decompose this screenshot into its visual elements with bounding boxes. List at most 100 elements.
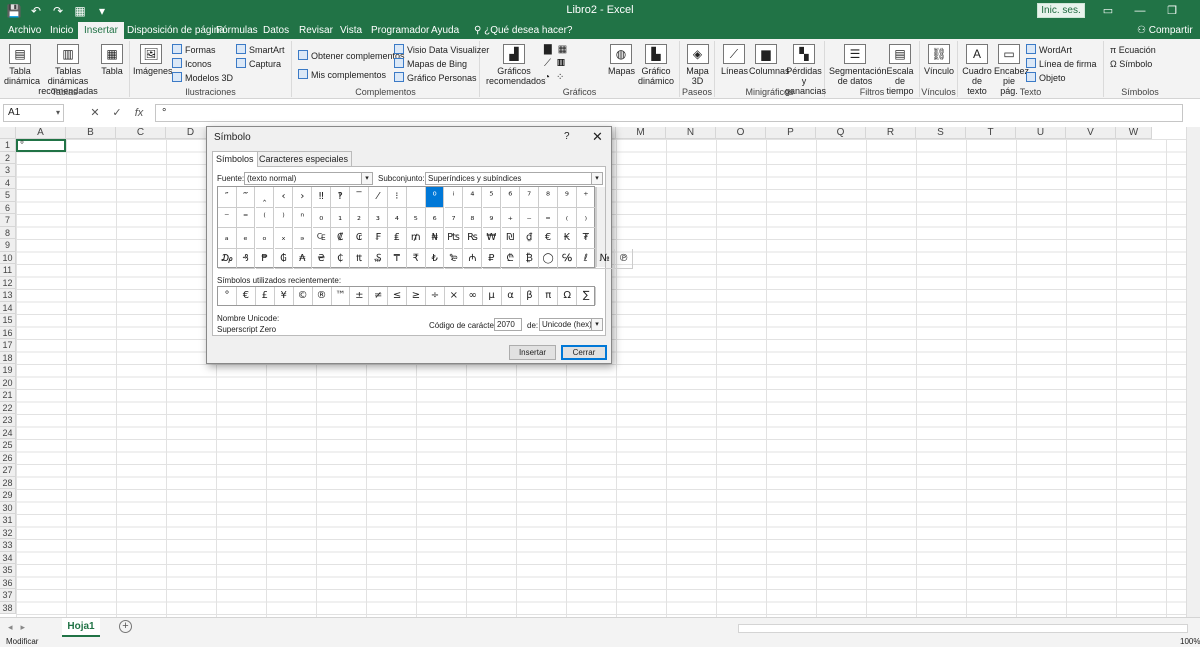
from-select[interactable]: Unicode (hex) ▾ [539, 318, 603, 331]
row-header[interactable]: 10 [0, 251, 16, 264]
get-addins-button[interactable]: Obtener complementos [298, 50, 405, 62]
column-header[interactable]: M [616, 127, 666, 139]
row-header[interactable]: 32 [0, 526, 16, 539]
maps-button[interactable]: ◍ Mapas [608, 44, 635, 76]
tab-archivo[interactable]: Archivo [2, 22, 47, 39]
symbol-cell[interactable]: ₵ [331, 248, 350, 269]
symbol-cell[interactable]: ⁽ [255, 207, 275, 228]
column-header[interactable]: R [866, 127, 916, 139]
symbol-cell[interactable]: › [293, 187, 313, 208]
symbol-cell[interactable]: ⁴ [463, 187, 483, 208]
symbol-cell[interactable]: ₨ [463, 228, 483, 249]
symbol-cell[interactable]: ⁱ [444, 187, 464, 208]
maximize-icon[interactable]: ❐ [1156, 2, 1188, 20]
symbol-cell[interactable]: ₑ [236, 228, 256, 249]
symbol-cell[interactable]: ₂ [350, 207, 369, 228]
symbol-cell[interactable]: € [539, 228, 558, 249]
symbol-cell[interactable]: ⁾ [274, 207, 294, 228]
tab-datos[interactable]: Datos [257, 22, 295, 39]
screenshot-button[interactable]: Captura [236, 58, 281, 70]
symbol-cell[interactable]: ₸ [388, 248, 407, 269]
sheet-nav-arrows[interactable]: ◂▸ [8, 622, 33, 633]
symbol-cell[interactable]: ₩ [482, 228, 502, 249]
signature-line-button[interactable]: Línea de firma [1026, 58, 1097, 70]
table-button[interactable]: ▦ Tabla [100, 44, 124, 76]
symbol-cell[interactable] [407, 187, 426, 208]
symbol-cell[interactable]: ₓ [274, 228, 294, 249]
row-header[interactable]: 11 [0, 264, 16, 277]
ribbon-display-icon[interactable]: ▭ [1092, 2, 1124, 20]
sheet-tab-hoja1[interactable]: Hoja1 [62, 618, 100, 637]
symbol-cell[interactable]: ₷ [369, 248, 388, 269]
subset-select[interactable]: Superíndices y subíndices ▾ [425, 172, 603, 185]
insert-button[interactable]: Insertar [509, 345, 556, 360]
row-header[interactable]: 18 [0, 351, 16, 364]
row-header[interactable]: 28 [0, 476, 16, 489]
symbol-cell[interactable]: ₽ [482, 248, 502, 269]
column-header[interactable]: V [1066, 127, 1116, 139]
symbol-cell[interactable]: ℗ [614, 248, 634, 269]
symbol-cell[interactable]: ℓ [577, 248, 596, 269]
symbol-cell[interactable]: ₳ [293, 248, 313, 269]
column-header[interactable]: A [16, 127, 66, 139]
close-window-icon[interactable]: ✕ [1188, 2, 1200, 20]
symbol-cell[interactable]: ⁝ [388, 187, 407, 208]
row-header[interactable]: 25 [0, 439, 16, 452]
column-header[interactable]: S [916, 127, 966, 139]
column-header[interactable]: T [966, 127, 1016, 139]
symbol-cell[interactable]: ₥ [407, 228, 426, 249]
row-header[interactable]: 2 [0, 151, 16, 164]
recent-symbol-cell[interactable]: ® [313, 287, 332, 305]
symbol-cell[interactable]: ⁺ [577, 187, 596, 208]
symbol-cell[interactable]: ₐ [218, 228, 237, 249]
symbol-cell[interactable]: ‼ [312, 187, 331, 208]
symbol-cell[interactable]: ₆ [425, 207, 445, 228]
link-button[interactable]: ⛓ Vínculo [924, 44, 954, 76]
font-select[interactable]: (texto normal) ▾ [244, 172, 373, 185]
images-button[interactable]: 🖼 Imágenes [133, 44, 173, 76]
symbol-cell[interactable]: ⁶ [501, 187, 520, 208]
symbol-cell[interactable]: ₇ [444, 207, 464, 228]
pivot-chart-button[interactable]: ▙ Gráfico dinámico [636, 44, 676, 86]
row-header[interactable]: 13 [0, 289, 16, 302]
sparkline-columns-button[interactable]: ▆ Columnas [749, 44, 790, 76]
signin-button[interactable]: Inic. ses. [1037, 3, 1085, 18]
3d-map-button[interactable]: ◈ Mapa 3D [684, 44, 711, 86]
recent-symbol-cell[interactable]: ≤ [388, 287, 408, 305]
recent-symbol-cell[interactable]: π [539, 287, 559, 305]
symbol-cell[interactable]: ₉ [482, 207, 502, 228]
symbol-cell-selected[interactable]: ⁰ [425, 187, 445, 208]
row-header[interactable]: 19 [0, 364, 16, 377]
recent-symbol-cell[interactable]: ™ [331, 287, 351, 305]
symbol-cell[interactable]: ₡ [331, 228, 350, 249]
row-header[interactable]: 7 [0, 214, 16, 227]
chart-type-buttons-2[interactable]: ⟋▥ [544, 58, 571, 70]
chart-type-buttons[interactable]: ▇▦ [544, 44, 573, 56]
symbol-cell[interactable]: ⁻ [218, 207, 237, 228]
row-header[interactable]: 17 [0, 339, 16, 352]
char-code-input[interactable]: 2070 [494, 318, 522, 331]
symbol-cell[interactable]: ⁿ [293, 207, 313, 228]
equation-button[interactable]: π Ecuación [1110, 44, 1156, 56]
column-header[interactable]: U [1016, 127, 1066, 139]
sparkline-lines-button[interactable]: ⟋ Líneas [721, 44, 748, 76]
row-header[interactable]: 35 [0, 564, 16, 577]
recent-symbol-cell[interactable]: Ω [558, 287, 578, 305]
recent-symbol-cell[interactable]: ° [218, 287, 237, 305]
symbol-cell[interactable]: ₫ [520, 228, 539, 249]
symbol-cell[interactable]: ₁ [331, 207, 350, 228]
shapes-button[interactable]: Formas [172, 44, 216, 56]
symbol-cell[interactable]: ₅ [407, 207, 426, 228]
recent-symbol-cell[interactable]: ≠ [369, 287, 389, 305]
row-header[interactable]: 8 [0, 226, 16, 239]
tab-ayuda[interactable]: Ayuda [425, 22, 465, 39]
pivot-table-button[interactable]: ▤ Tabla dinámica [4, 44, 40, 86]
row-header[interactable]: 20 [0, 376, 16, 389]
tab-insertar[interactable]: Insertar [78, 22, 124, 39]
row-header[interactable]: 3 [0, 164, 16, 177]
formula-input[interactable]: ° [155, 104, 1183, 122]
recent-symbol-cell[interactable]: ∞ [464, 287, 483, 305]
recent-symbol-cell[interactable]: © [294, 287, 313, 305]
row-header[interactable]: 12 [0, 276, 16, 289]
select-all-corner[interactable] [0, 127, 16, 139]
